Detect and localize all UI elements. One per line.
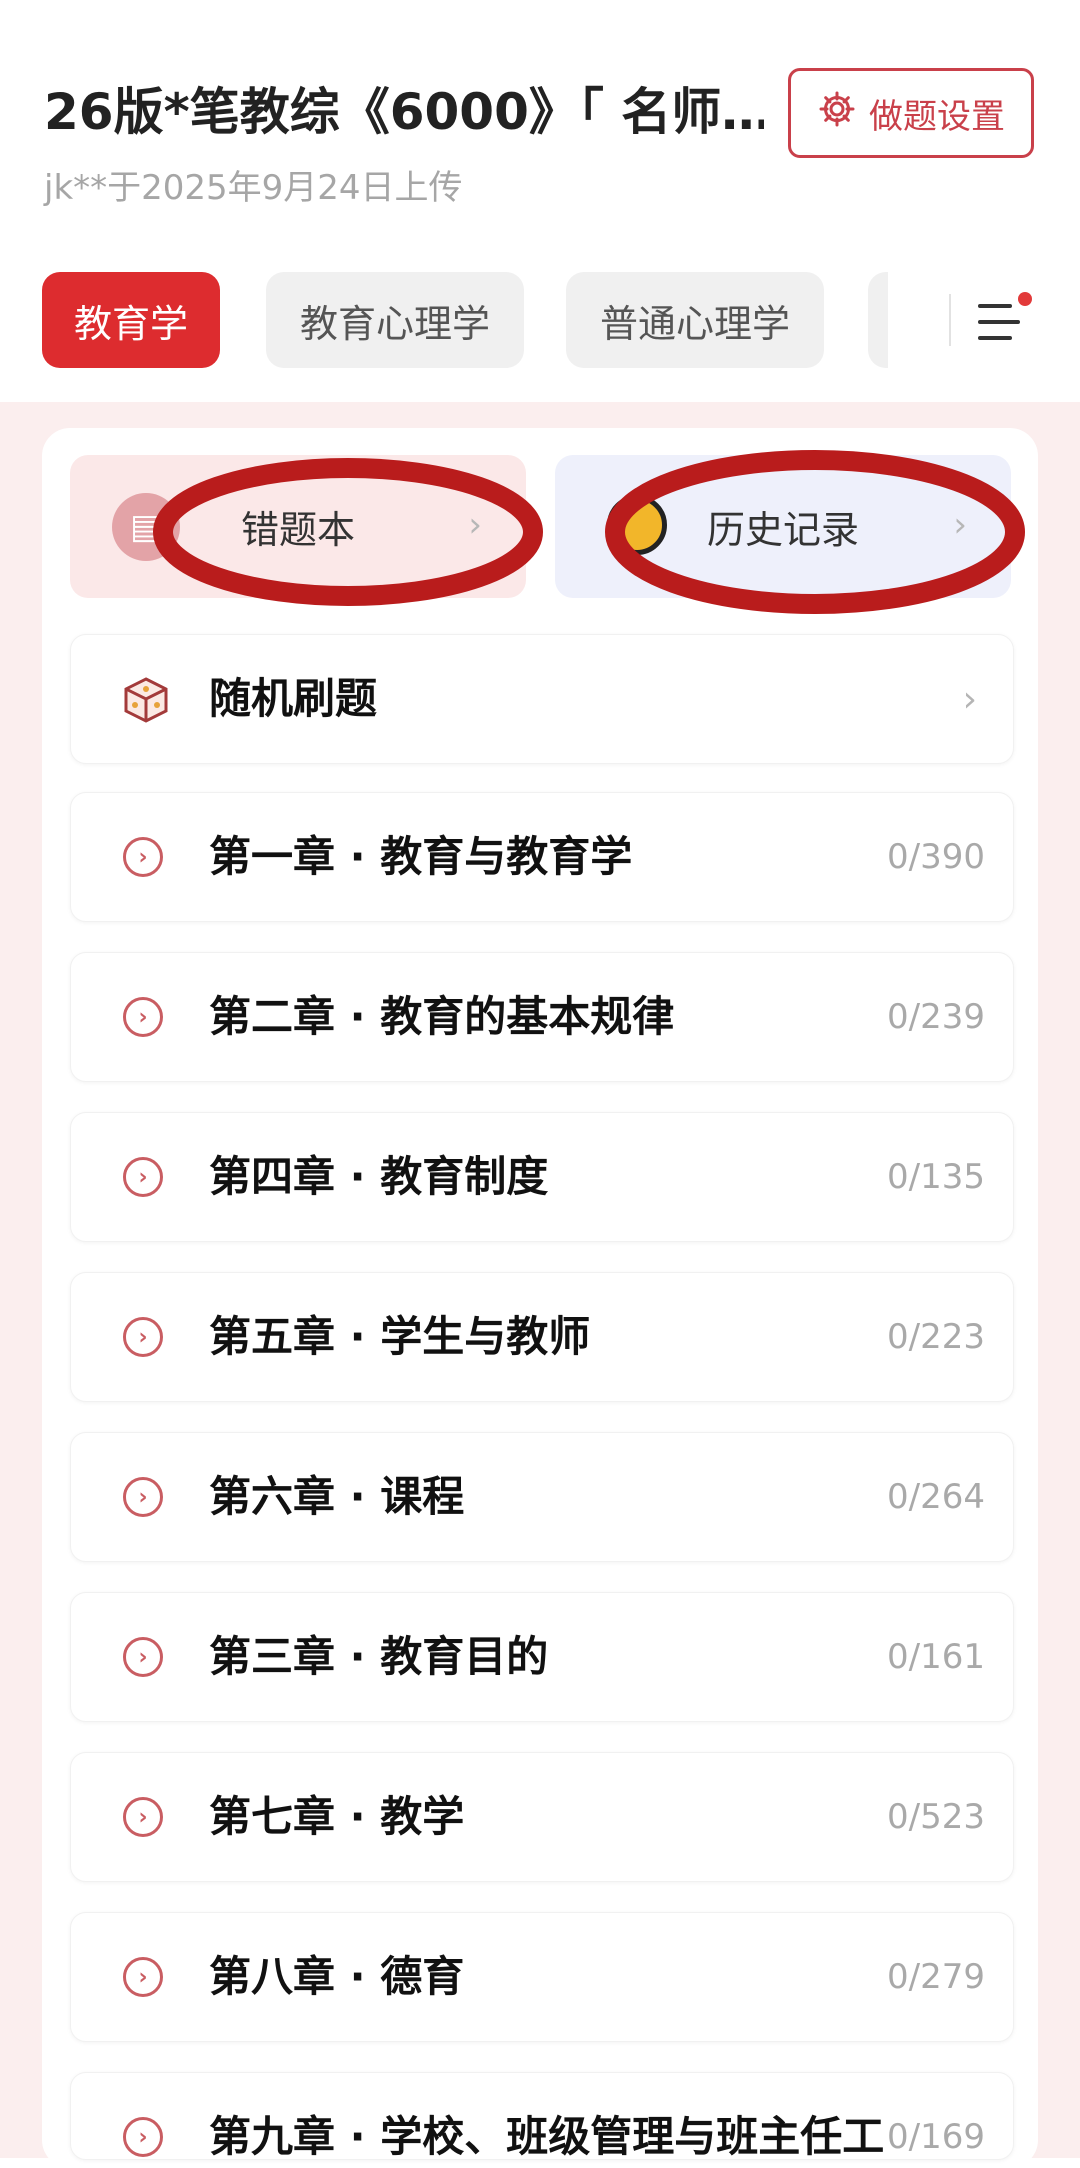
history-label: 历史记录 xyxy=(706,508,859,552)
tabs-divider xyxy=(949,294,951,346)
chevron-circle-icon: › xyxy=(123,1797,163,1837)
chapter-row[interactable]: › 第八章 · 德育 0/279 xyxy=(70,1912,1014,2042)
chapter-progress: 0/264 xyxy=(887,1477,985,1517)
chapter-progress: 0/135 xyxy=(887,1157,985,1197)
notebook-icon: ▤ xyxy=(112,493,180,561)
chevron-circle-icon: › xyxy=(123,1157,163,1197)
wrong-question-book-button[interactable]: ▤ 错题本 › xyxy=(70,455,526,598)
chapter-row[interactable]: › 第四章 · 教育制度 0/135 xyxy=(70,1112,1014,1242)
chapter-progress: 0/169 xyxy=(887,2117,985,2157)
chevron-circle-icon: › xyxy=(123,2117,163,2157)
tab-overflow[interactable] xyxy=(868,272,888,368)
chapter-title: 第二章 · 教育的基本规律 xyxy=(209,992,675,1041)
chapter-title: 第七章 · 教学 xyxy=(209,1792,465,1841)
chapter-title: 第三章 · 教育目的 xyxy=(209,1632,549,1681)
chevron-circle-icon: › xyxy=(123,1317,163,1357)
chapter-progress: 0/223 xyxy=(887,1317,985,1357)
chevron-right-icon: › xyxy=(962,679,977,720)
gear-icon xyxy=(817,89,857,138)
page-title: 26版*笔教综《6000》「 名师… xyxy=(44,83,764,141)
settings-label: 做题设置 xyxy=(869,96,1005,137)
chapter-progress: 0/523 xyxy=(887,1797,985,1837)
chapter-progress: 0/279 xyxy=(887,1957,985,1997)
dice-icon xyxy=(124,677,168,723)
chapter-title: 第六章 · 课程 xyxy=(209,1472,465,1521)
tab-educational-psychology[interactable]: 教育心理学 xyxy=(266,272,524,368)
chapter-row[interactable]: › 第九章 · 学校、班级管理与班主任工 0/169 xyxy=(70,2072,1014,2160)
chevron-circle-icon: › xyxy=(123,1637,163,1677)
clock-icon xyxy=(607,495,667,555)
chapter-title: 第八章 · 德育 xyxy=(209,1952,465,2001)
chapter-title: 第九章 · 学校、班级管理与班主任工 xyxy=(209,2112,885,2160)
chevron-circle-icon: › xyxy=(123,1477,163,1517)
chevron-right-icon: › xyxy=(953,505,967,545)
chapter-title: 第五章 · 学生与教师 xyxy=(209,1312,591,1361)
wrong-question-book-label: 错题本 xyxy=(240,508,355,552)
random-practice-row[interactable]: 随机刷题 › xyxy=(70,634,1014,764)
chevron-circle-icon: › xyxy=(123,1957,163,1997)
tab-general-psychology[interactable]: 普通心理学 xyxy=(566,272,824,368)
menu-icon[interactable] xyxy=(972,292,1032,352)
header: 26版*笔教综《6000》「 名师… jk**于2025年9月24日上传 做题设… xyxy=(0,0,1080,402)
chapter-title: 第四章 · 教育制度 xyxy=(209,1152,549,1201)
subject-tabs: 教育学 教育心理学 普通心理学 xyxy=(0,272,1080,368)
chapter-row[interactable]: › 第五章 · 学生与教师 0/223 xyxy=(70,1272,1014,1402)
chapter-row[interactable]: › 第七章 · 教学 0/523 xyxy=(70,1752,1014,1882)
tab-education[interactable]: 教育学 xyxy=(42,272,220,368)
chapter-row[interactable]: › 第一章 · 教育与教育学 0/390 xyxy=(70,792,1014,922)
random-practice-label: 随机刷题 xyxy=(209,674,378,723)
practice-settings-button[interactable]: 做题设置 xyxy=(788,68,1034,158)
chapter-progress: 0/390 xyxy=(887,837,985,877)
history-button[interactable]: 历史记录 › xyxy=(555,455,1011,598)
chevron-circle-icon: › xyxy=(123,997,163,1037)
chapter-row[interactable]: › 第三章 · 教育目的 0/161 xyxy=(70,1592,1014,1722)
chapter-row[interactable]: › 第二章 · 教育的基本规律 0/239 xyxy=(70,952,1014,1082)
notification-dot xyxy=(1018,292,1032,306)
chapter-progress: 0/239 xyxy=(887,997,985,1037)
upload-info: jk**于2025年9月24日上传 xyxy=(44,168,463,208)
chapter-progress: 0/161 xyxy=(887,1637,985,1677)
chevron-circle-icon: › xyxy=(123,837,163,877)
chapter-row[interactable]: › 第六章 · 课程 0/264 xyxy=(70,1432,1014,1562)
chapter-title: 第一章 · 教育与教育学 xyxy=(209,832,633,881)
chevron-right-icon: › xyxy=(468,505,482,545)
